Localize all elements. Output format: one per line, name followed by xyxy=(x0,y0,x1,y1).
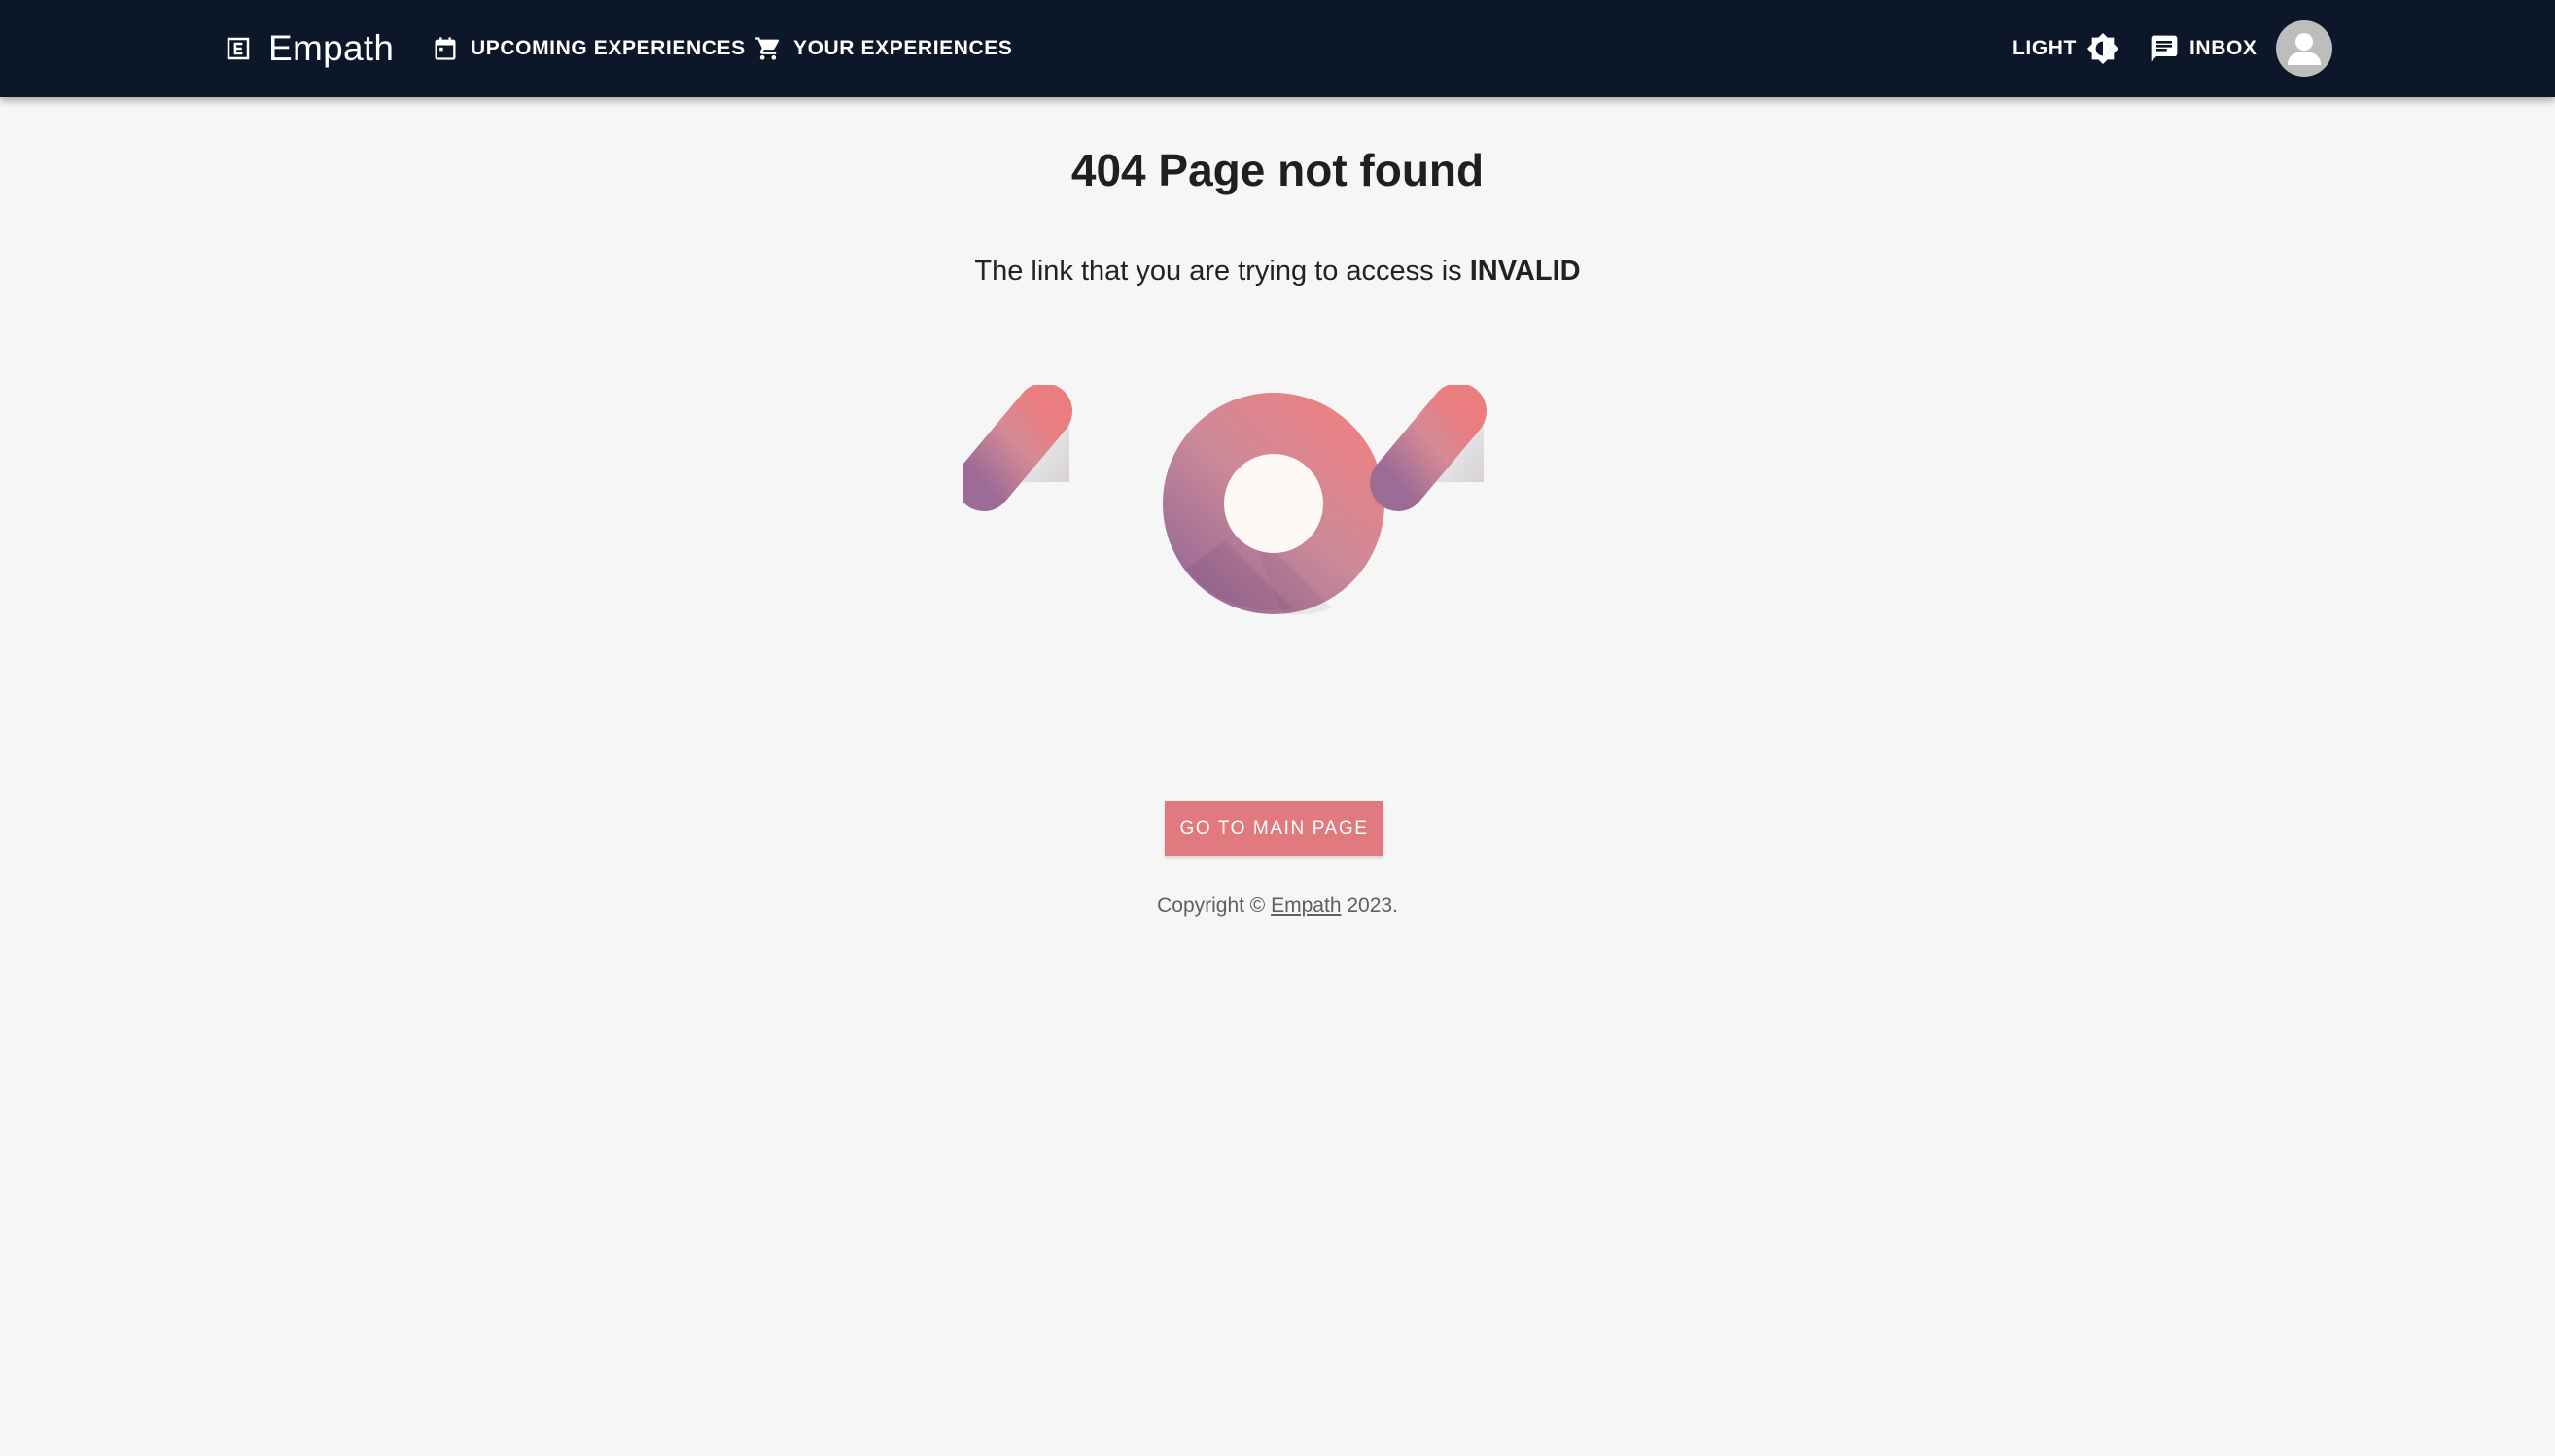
go-to-main-page-button[interactable]: GO TO MAIN PAGE xyxy=(1165,801,1383,856)
copyright-prefix: Copyright © xyxy=(1157,894,1272,917)
brand-name: Empath xyxy=(268,28,395,68)
invalid-emphasis: INVALID xyxy=(1469,256,1581,287)
error-message-text: The link that you are trying to access i… xyxy=(974,256,1470,287)
copyright-year: 2023. xyxy=(1341,894,1398,917)
brightness-icon xyxy=(2086,32,2119,65)
theme-toggle-button[interactable]: LIGHT xyxy=(2012,29,2119,68)
digit-zero xyxy=(1163,393,1384,615)
error-message: The link that you are trying to access i… xyxy=(0,256,2555,288)
chat-icon xyxy=(2149,33,2180,64)
digit-four-right xyxy=(1370,385,1541,619)
your-experiences-button[interactable]: YOUR EXPERIENCES xyxy=(754,29,1013,68)
person-icon xyxy=(2276,20,2332,77)
inbox-label: INBOX xyxy=(2189,37,2258,59)
brand-home-link[interactable]: Empath xyxy=(224,25,394,72)
cart-icon xyxy=(754,35,782,62)
theme-label: LIGHT xyxy=(2012,37,2077,59)
inbox-button[interactable]: INBOX xyxy=(2149,29,2258,68)
empath-footer-link[interactable]: Empath xyxy=(1271,894,1341,917)
upcoming-experiences-label: UPCOMING EXPERIENCES xyxy=(471,37,746,59)
page-title: 404 Page not found xyxy=(1070,145,1485,195)
copyright-footer: Copyright © Empath 2023. xyxy=(0,894,2555,918)
your-experiences-label: YOUR EXPERIENCES xyxy=(793,37,1013,59)
digit-four-left xyxy=(962,385,1127,619)
upcoming-experiences-button[interactable]: UPCOMING EXPERIENCES xyxy=(432,29,746,68)
404-illustration xyxy=(962,385,1585,628)
app-bar: Empath UPCOMING EXPERIENCES YOUR EXPERIE… xyxy=(0,0,2555,97)
user-avatar-button[interactable] xyxy=(2276,20,2332,77)
e-logo-icon xyxy=(224,34,253,63)
calendar-icon xyxy=(432,35,459,62)
